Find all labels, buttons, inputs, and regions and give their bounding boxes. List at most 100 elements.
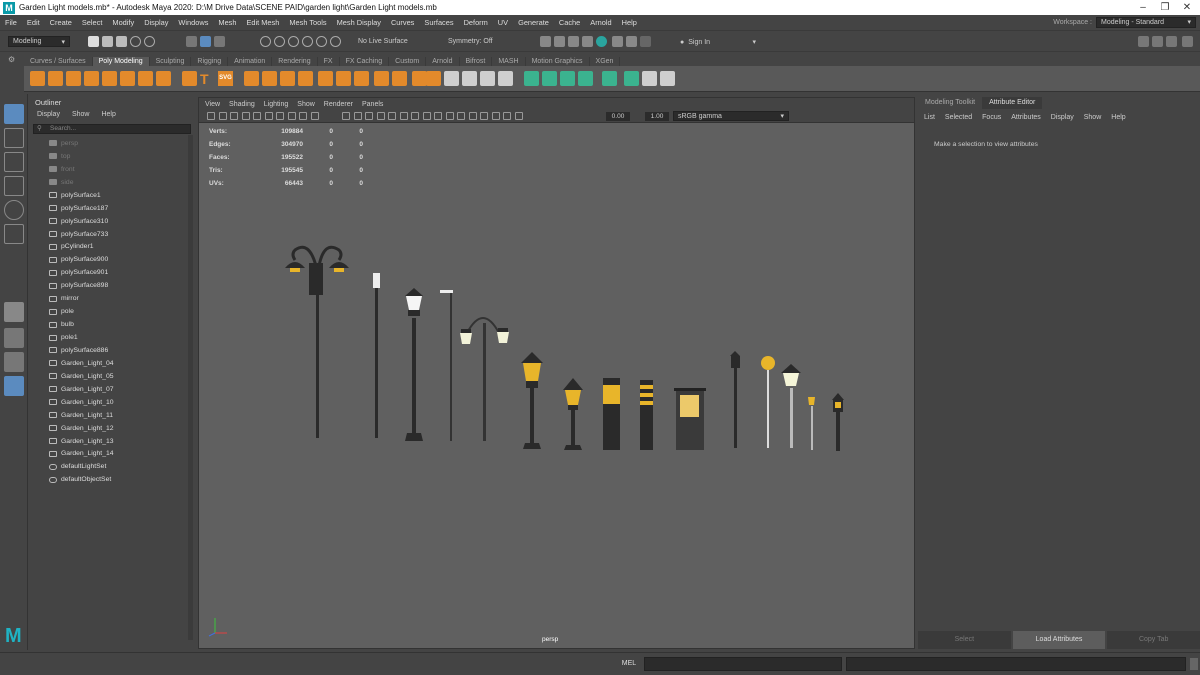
hypershade-icon[interactable]	[596, 36, 607, 47]
ipr-render-icon[interactable]	[568, 36, 579, 47]
outliner-item[interactable]: Garden_Light_10	[49, 396, 189, 409]
outliner-item[interactable]: mirror	[49, 292, 189, 305]
garden-light-short-lantern[interactable]	[832, 393, 844, 451]
playblast-icon[interactable]	[626, 36, 637, 47]
outliner-item[interactable]: pole	[49, 305, 189, 318]
shelf-disc-icon[interactable]	[138, 71, 153, 86]
outliner-item[interactable]: Garden_Light_13	[49, 435, 189, 448]
copy-tab-button[interactable]: Copy Tab	[1107, 631, 1200, 649]
outliner-item[interactable]: polySurface898	[49, 279, 189, 292]
menu-edit[interactable]: Edit	[22, 18, 45, 27]
shelf-sphere-icon[interactable]	[30, 71, 45, 86]
shelf-smooth-icon[interactable]	[280, 71, 295, 86]
shelf-sculpt-icon[interactable]	[660, 71, 675, 86]
shelf-target-weld-icon[interactable]	[426, 71, 441, 86]
outliner-item[interactable]: pCylinder1	[49, 241, 189, 254]
garden-light-white-lantern[interactable]	[781, 364, 801, 448]
workspace-dropdown[interactable]: Modeling - Standard ▾	[1096, 16, 1196, 28]
garden-light-double-curved[interactable]	[285, 245, 349, 438]
snap-grid-icon[interactable]	[260, 36, 271, 47]
shelf-sweep-icon[interactable]	[182, 71, 197, 86]
outliner-scrollbar[interactable]	[188, 135, 193, 640]
menu-surfaces[interactable]: Surfaces	[419, 18, 458, 27]
attribute-menu-help[interactable]: Help	[1111, 114, 1125, 121]
sign-in-button[interactable]: ● Sign In ▾	[680, 36, 756, 48]
menu-mesh-tools[interactable]: Mesh Tools	[284, 18, 331, 27]
menu-deform[interactable]: Deform	[459, 18, 493, 27]
two-pane-layout-icon[interactable]	[4, 352, 24, 372]
garden-light-tall-black[interactable]	[730, 351, 740, 448]
undo-icon[interactable]	[130, 36, 141, 47]
shelf-bevel-icon[interactable]	[318, 71, 333, 86]
menu-mesh-display[interactable]: Mesh Display	[332, 18, 386, 27]
menu-cache[interactable]: Cache	[554, 18, 585, 27]
outliner-menu-show[interactable]: Show	[72, 111, 90, 118]
menu-set-dropdown[interactable]: Modeling ▾	[8, 36, 70, 47]
outliner-menu-help[interactable]: Help	[101, 111, 115, 118]
redo-icon[interactable]	[144, 36, 155, 47]
menu-curves[interactable]: Curves	[386, 18, 419, 27]
garden-light-classic-lantern[interactable]	[405, 288, 423, 441]
select-object-icon[interactable]	[200, 36, 211, 47]
pause-icon[interactable]	[640, 36, 651, 47]
shelf-sew-uv-icon[interactable]	[642, 71, 657, 86]
open-scene-icon[interactable]	[102, 36, 113, 47]
shelf-bridge-icon[interactable]	[336, 71, 351, 86]
mel-command-input[interactable]	[644, 657, 842, 671]
attribute-menu-selected[interactable]: Selected	[945, 114, 972, 121]
garden-light-thin-pole[interactable]	[373, 273, 380, 438]
scale-tool-icon[interactable]	[4, 224, 24, 244]
shelf-platonic-icon[interactable]	[156, 71, 171, 86]
shelf-cube-icon[interactable]	[48, 71, 63, 86]
tab-modeling-toolkit[interactable]: Modeling Toolkit	[918, 97, 982, 109]
modeling-toolkit-toggle-icon[interactable]	[1152, 36, 1163, 47]
shelf-combine-icon[interactable]	[244, 71, 259, 86]
render-settings-icon[interactable]	[582, 36, 593, 47]
minimize-button[interactable]: –	[1132, 0, 1154, 15]
select-button[interactable]: Select	[918, 631, 1011, 649]
garden-light-globe[interactable]	[761, 356, 775, 448]
outliner-item[interactable]: front	[49, 163, 189, 176]
outliner-item[interactable]: top	[49, 150, 189, 163]
outliner-layout-icon[interactable]	[4, 376, 24, 396]
shelf-extrude-icon[interactable]	[354, 71, 369, 86]
garden-light-small-yellow-lantern[interactable]	[563, 378, 583, 450]
menu-generate[interactable]: Generate	[513, 18, 554, 27]
menu-arnold[interactable]: Arnold	[585, 18, 616, 27]
save-scene-icon[interactable]	[116, 36, 127, 47]
outliner-menu-display[interactable]: Display	[37, 111, 60, 118]
shelf-tab-rendering[interactable]: Rendering	[272, 57, 318, 66]
attribute-menu-show[interactable]: Show	[1084, 114, 1102, 121]
outliner-item[interactable]: Garden_Light_11	[49, 409, 189, 422]
garden-light-street-arm[interactable]	[440, 290, 453, 441]
shelf-type-icon[interactable]: T	[200, 71, 215, 87]
load-attributes-button[interactable]: Load Attributes	[1012, 631, 1106, 649]
maximize-button[interactable]: ❐	[1154, 0, 1176, 15]
shelf-tab-fx-caching[interactable]: FX Caching	[340, 57, 390, 66]
menu-windows[interactable]: Windows	[173, 18, 213, 27]
rotate-tool-icon[interactable]	[4, 200, 24, 220]
shelf-tab-curves-surfaces[interactable]: Curves / Surfaces	[24, 57, 93, 66]
snap-view-plane-icon[interactable]	[302, 36, 313, 47]
outliner-item[interactable]: polySurface310	[49, 215, 189, 228]
snap-point-icon[interactable]	[288, 36, 299, 47]
shelf-merge-icon[interactable]	[374, 71, 389, 86]
snap-curve-icon[interactable]	[274, 36, 285, 47]
shelf-options-icon[interactable]: ⚙	[8, 55, 18, 95]
tool-settings-toggle-icon[interactable]	[1182, 36, 1193, 47]
menu-create[interactable]: Create	[45, 18, 77, 27]
close-button[interactable]: ✕	[1176, 0, 1198, 15]
shelf-tab-sculpting[interactable]: Sculpting	[150, 57, 192, 66]
outliner-item[interactable]: pole1	[49, 331, 189, 344]
attribute-editor-toggle-icon[interactable]	[1166, 36, 1177, 47]
shelf-unfold-icon[interactable]	[578, 71, 593, 86]
garden-light-yellow-lantern[interactable]	[521, 352, 543, 449]
garden-light-bollard-band[interactable]	[603, 378, 620, 450]
menu-help[interactable]: Help	[617, 18, 642, 27]
shelf-plane-icon[interactable]	[120, 71, 135, 86]
shelf-separate-icon[interactable]	[262, 71, 277, 86]
paint-select-tool-icon[interactable]	[4, 152, 24, 172]
shelf-mirror-icon[interactable]	[480, 71, 495, 86]
single-perspective-layout-icon[interactable]	[4, 302, 24, 322]
garden-light-bollard-stripes[interactable]	[640, 380, 653, 450]
